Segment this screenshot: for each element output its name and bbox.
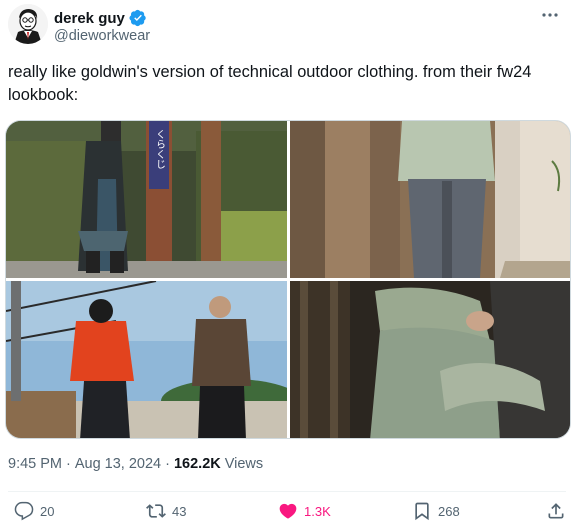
meta-separator: ·: [66, 456, 71, 472]
tweet-actions: 20 43 1.3K 268: [0, 497, 574, 527]
share-icon: [548, 503, 564, 519]
photo-red-jacket-coast[interactable]: [6, 281, 287, 438]
reply-button[interactable]: 20: [14, 501, 54, 521]
avatar[interactable]: [8, 4, 48, 44]
photo-seated-knees[interactable]: [290, 281, 570, 438]
photo-wooden-wall[interactable]: [290, 121, 570, 278]
heart-filled-icon: [279, 503, 297, 519]
reply-count: 20: [40, 503, 55, 519]
tweet-text: really like goldwin's version of technic…: [8, 63, 532, 104]
repost-button[interactable]: 43: [146, 501, 186, 521]
display-name[interactable]: derek guy: [54, 10, 125, 27]
verified-badge-icon: [129, 9, 147, 27]
station-sign-text: くらくじ: [154, 129, 165, 169]
tweet-date[interactable]: Aug 13, 2024: [75, 456, 161, 472]
cartoon-portrait-avatar-icon: [8, 4, 48, 44]
photo-train-platform[interactable]: くらくじ: [6, 121, 287, 278]
like-count: 1.3K: [304, 503, 331, 519]
views-count: 162.2K: [173, 456, 221, 472]
tweet-header: derek guy @dieworkwear: [0, 0, 574, 60]
divider: [8, 491, 566, 492]
meta-separator: ·: [165, 456, 170, 472]
tweet-meta: 9:45 PM · Aug 13, 2024 · 162.2K Views: [8, 456, 263, 472]
reply-icon: [14, 501, 34, 521]
bookmark-count: 268: [438, 503, 460, 519]
media-grid: くらくじ: [5, 120, 571, 439]
user-handle[interactable]: @dieworkwear: [54, 28, 150, 44]
like-button[interactable]: 1.3K: [278, 501, 331, 521]
bookmark-icon: [415, 502, 429, 521]
bookmark-button[interactable]: 268: [412, 501, 460, 521]
tweet-time[interactable]: 9:45 PM: [8, 456, 62, 472]
repost-count: 43: [172, 503, 187, 519]
more-options-icon[interactable]: [538, 6, 562, 24]
views-label: Views: [224, 456, 264, 472]
share-button[interactable]: [546, 501, 566, 521]
repost-icon: [146, 504, 166, 518]
